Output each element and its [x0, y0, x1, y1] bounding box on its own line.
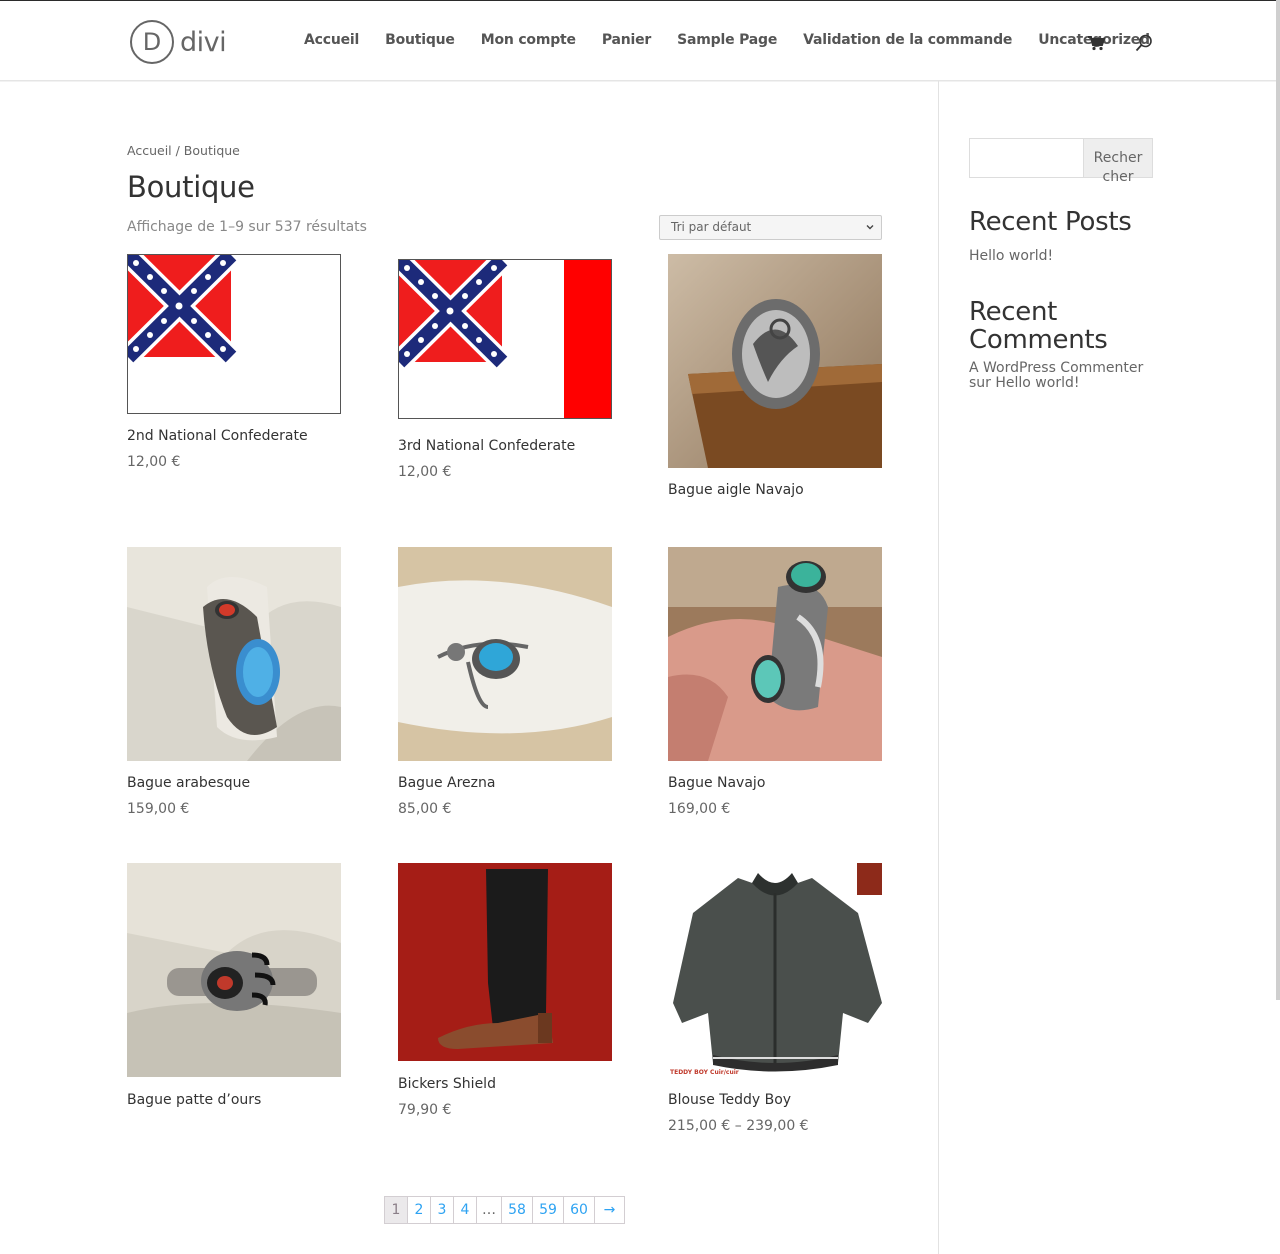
nav-boutique[interactable]: Boutique — [385, 32, 455, 48]
page-title: Boutique — [127, 170, 255, 204]
recent-posts-title: Recent Posts — [969, 207, 1132, 237]
nav-validation[interactable]: Validation de la commande — [803, 32, 1012, 48]
product-price: 159,00 € — [127, 801, 190, 817]
sidebar-search-button[interactable]: Recher cher — [1083, 138, 1153, 185]
page-next-arrow-icon[interactable]: → — [595, 1197, 624, 1223]
product-price: 12,00 € — [127, 454, 181, 470]
image-caption: TEDDY BOY Cuir/cuir — [670, 1069, 739, 1076]
scrollbar[interactable] — [1276, 0, 1280, 1000]
logo-text: divi — [180, 26, 227, 58]
product-price: 215,00 € – 239,00 € — [668, 1118, 809, 1134]
nav-panier[interactable]: Panier — [602, 32, 652, 48]
breadcrumb: Accueil / Boutique — [127, 143, 240, 158]
product-title[interactable]: Bague Arezna — [398, 775, 495, 791]
product-price: 169,00 € — [668, 801, 731, 817]
product-image[interactable] — [127, 547, 341, 761]
page-link[interactable]: 58 — [502, 1197, 533, 1223]
product-title[interactable]: Bague patte d’ours — [127, 1092, 261, 1108]
product-title[interactable]: Bague aigle Navajo — [668, 482, 804, 498]
recent-comments-title: Recent Comments — [969, 297, 1108, 355]
product-price: 79,90 € — [398, 1102, 452, 1118]
product-image[interactable]: TEDDY BOY Cuir/cuir — [668, 863, 882, 1077]
recent-comment-line[interactable]: A WordPress Commenter — [969, 360, 1143, 376]
product-image[interactable] — [668, 547, 882, 761]
cart-icon[interactable] — [1087, 35, 1105, 51]
recent-comment-line[interactable]: sur Hello world! — [969, 375, 1079, 391]
nav-accueil[interactable]: Accueil — [304, 32, 359, 48]
sidebar-divider — [938, 81, 939, 1254]
product-title[interactable]: Blouse Teddy Boy — [668, 1092, 791, 1108]
product-title[interactable]: 3rd National Confederate — [398, 438, 575, 454]
page-link[interactable]: 60 — [564, 1197, 595, 1223]
logo-mark: D — [130, 20, 174, 64]
page-ellipsis: … — [477, 1197, 502, 1223]
pagination: 1 2 3 4 … 58 59 60 → — [384, 1196, 625, 1224]
product-image[interactable] — [127, 863, 341, 1077]
product-image[interactable] — [398, 547, 612, 761]
product-price: 85,00 € — [398, 801, 452, 817]
product-title[interactable]: Bickers Shield — [398, 1076, 496, 1092]
product-price: 12,00 € — [398, 464, 452, 480]
page-link[interactable]: 3 — [431, 1197, 454, 1223]
nav-sample-page[interactable]: Sample Page — [677, 32, 777, 48]
site-header: D divi Accueil Boutique Mon compte Panie… — [0, 1, 1276, 81]
page-link[interactable]: 2 — [408, 1197, 431, 1223]
product-image[interactable] — [398, 259, 612, 419]
product-image[interactable] — [668, 254, 882, 468]
product-title[interactable]: 2nd National Confederate — [127, 428, 308, 444]
result-count: Affichage de 1–9 sur 537 résultats — [127, 219, 367, 235]
product-image[interactable] — [398, 863, 612, 1061]
ordering-selected-label: Tri par défaut — [671, 220, 752, 234]
page-link[interactable]: 59 — [533, 1197, 564, 1223]
main-nav: Accueil Boutique Mon compte Panier Sampl… — [304, 32, 1176, 52]
product-title[interactable]: Bague arabesque — [127, 775, 250, 791]
recent-post-link[interactable]: Hello world! — [969, 248, 1053, 264]
page-current: 1 — [385, 1197, 408, 1223]
search-icon[interactable] — [1135, 34, 1153, 52]
sidebar-search-input[interactable] — [969, 138, 1085, 178]
page-link[interactable]: 4 — [454, 1197, 477, 1223]
chevron-down-icon — [866, 225, 874, 230]
nav-mon-compte[interactable]: Mon compte — [481, 32, 576, 48]
product-title[interactable]: Bague Navajo — [668, 775, 765, 791]
site-logo[interactable]: D divi — [130, 20, 227, 64]
ordering-select[interactable]: Tri par défaut — [659, 215, 882, 240]
product-image[interactable] — [127, 254, 341, 414]
